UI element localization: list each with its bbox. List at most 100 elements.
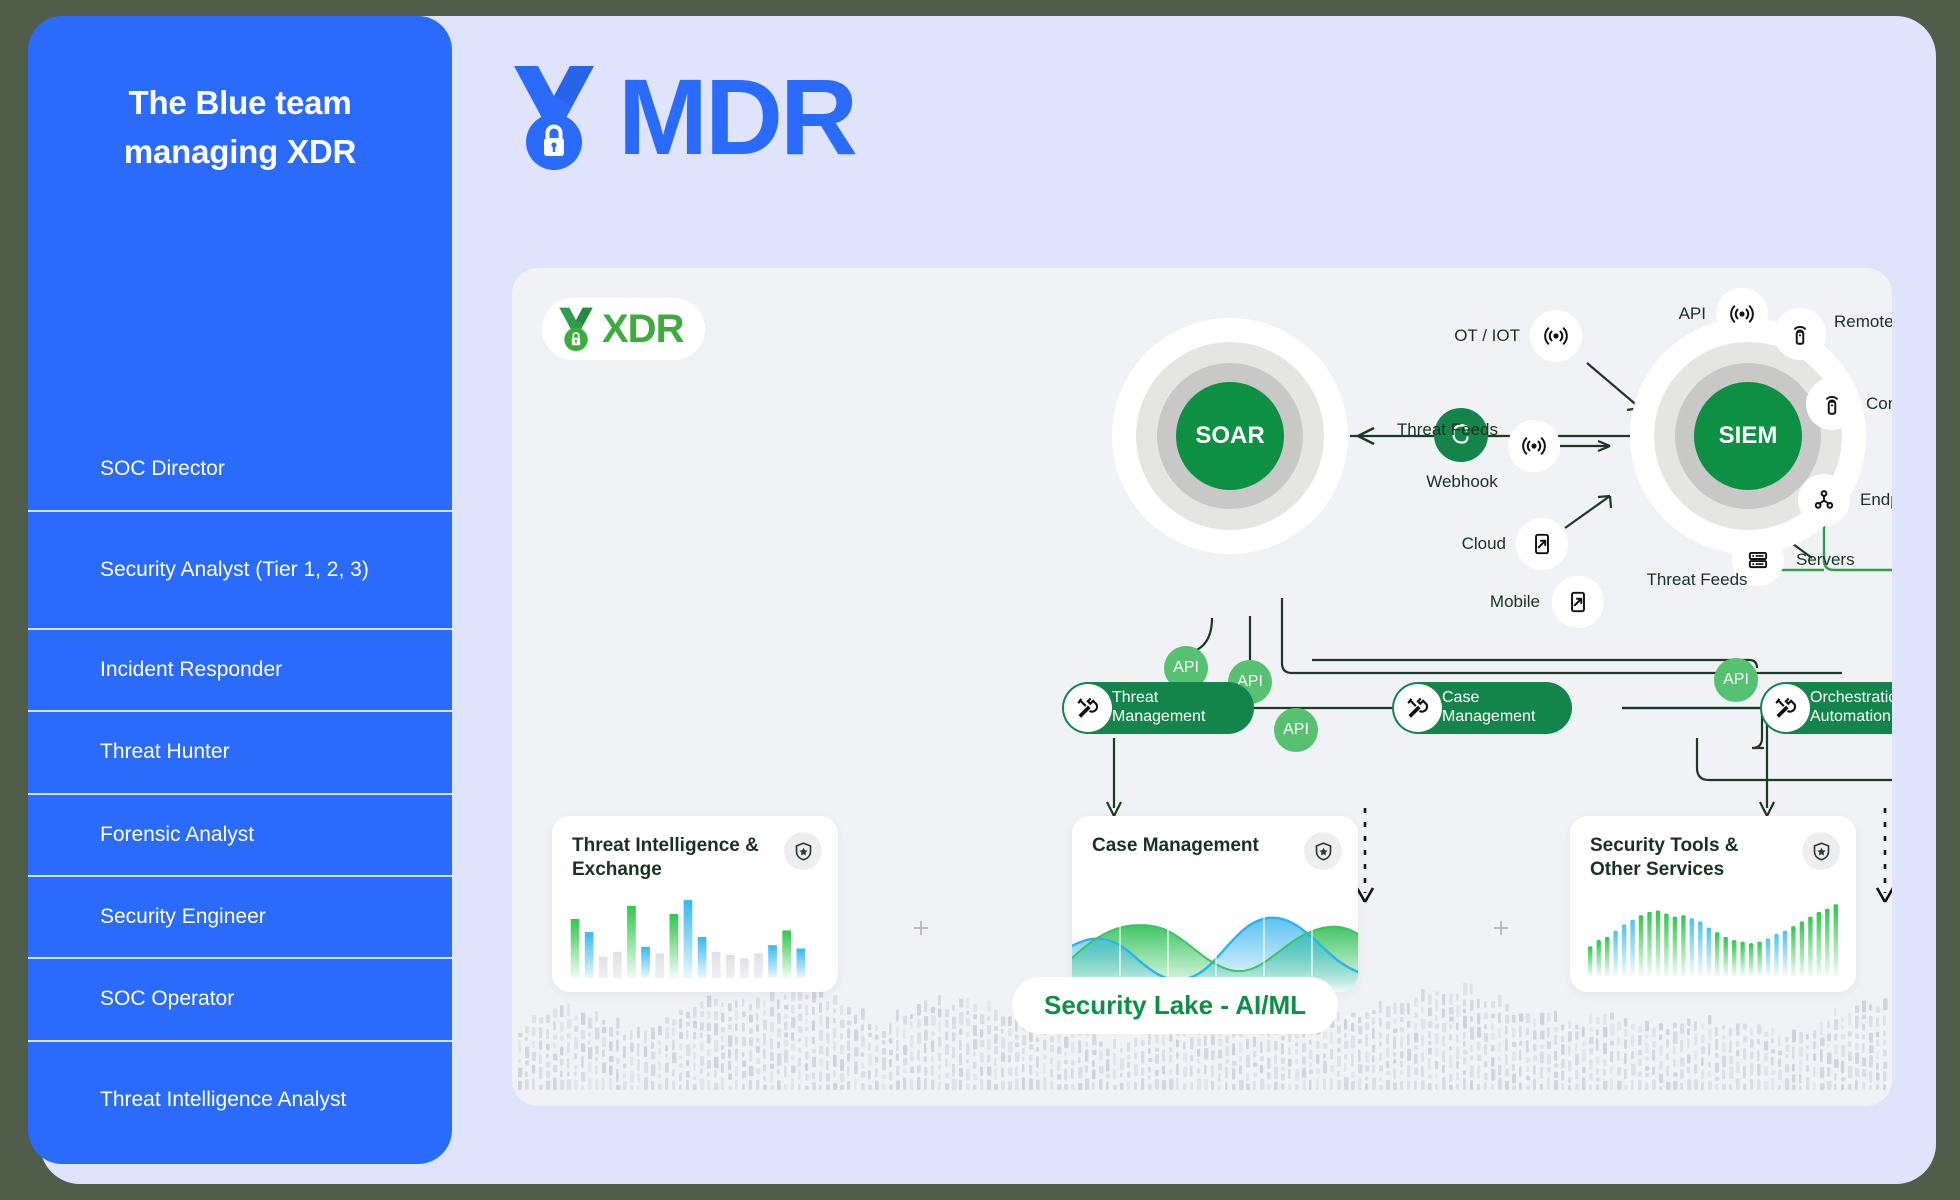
sidebar-item-security-analyst[interactable]: Security Analyst (Tier 1, 2, 3) [28, 510, 452, 628]
waveform-tick [854, 1061, 858, 1075]
waveform-tick [1323, 1078, 1326, 1090]
waveform-tick [616, 1039, 619, 1052]
waveform-tick [1239, 1079, 1244, 1090]
waveform-tick [1540, 1067, 1543, 1079]
bar [1630, 919, 1635, 976]
waveform-tick [987, 1054, 991, 1063]
waveform-tick [1344, 1062, 1347, 1072]
waveform-tick [931, 1031, 936, 1036]
sidebar-item-forensic-analyst[interactable]: Forensic Analyst [28, 792, 452, 875]
waveform-tick [763, 1064, 767, 1072]
sidebar-item-security-engineer[interactable]: Security Engineer [28, 875, 452, 957]
waveform-tick [1015, 1042, 1020, 1048]
sidebar-item-threat-hunter[interactable]: Threat Hunter [28, 710, 452, 792]
waveform-tick [910, 1066, 914, 1074]
sidebar-item-soc-director[interactable]: SOC Director [28, 428, 452, 510]
api-chip-4[interactable]: API [1714, 658, 1758, 702]
waveform-tick [595, 1065, 598, 1075]
waveform-tick [1848, 1031, 1853, 1037]
waveform-tick [609, 1056, 614, 1063]
bar [570, 919, 580, 978]
waveform-tick [1589, 1073, 1593, 1080]
endpoints-node[interactable] [1798, 474, 1850, 526]
waveform-tick [623, 1073, 627, 1079]
waveform-tick [1785, 1036, 1789, 1043]
waveform-tick [1729, 1055, 1734, 1065]
api-source-node[interactable] [1716, 288, 1768, 340]
waveform-tick [1561, 1070, 1565, 1081]
ot-iot-node[interactable] [1530, 310, 1582, 362]
card-security-tools[interactable]: Security Tools & Other Services [1570, 816, 1856, 992]
case-management-pill[interactable]: Case Management [1392, 682, 1572, 734]
waveform-tick [910, 1021, 913, 1029]
waveform-tick [1351, 1012, 1356, 1018]
soar-hub[interactable]: SOAR [1112, 318, 1348, 554]
waveform-tick [1407, 1033, 1410, 1046]
waveform-tick [903, 1077, 907, 1090]
waveform-tick [574, 1079, 578, 1090]
waveform-tick [1841, 1060, 1845, 1074]
waveform-tick [1365, 1065, 1370, 1072]
security-lake-pill[interactable]: Security Lake - AI/ML [1012, 977, 1338, 1034]
waveform-tick [1050, 1080, 1054, 1090]
waveform-tick [735, 1023, 738, 1032]
waveform-tick [889, 1071, 893, 1081]
waveform-tick [735, 1000, 738, 1008]
waveform-tick [714, 998, 718, 1006]
ot-iot-label: OT / IOT [1454, 326, 1520, 345]
waveform-tick [1127, 1054, 1131, 1060]
waveform-tick [1638, 1025, 1643, 1033]
waveform-tick [784, 1065, 787, 1078]
waveform-tick [1827, 1043, 1830, 1048]
waveform-tick [672, 1052, 677, 1064]
waveform-tick [1036, 1037, 1040, 1042]
waveform-tick [931, 1079, 935, 1090]
waveform-tick [805, 1051, 809, 1060]
waveform-tick [770, 1085, 775, 1090]
waveform-tick [987, 1016, 991, 1021]
waveform-tick [903, 1045, 908, 1056]
mobile-node[interactable] [1552, 576, 1604, 628]
waveform-tick [917, 1065, 921, 1074]
waveform-tick [1624, 1039, 1628, 1050]
waveform-tick [1743, 1083, 1747, 1090]
waveform-tick [567, 1071, 570, 1077]
threat-feeds-node-left[interactable] [1508, 420, 1560, 472]
waveform-tick [1190, 1037, 1194, 1050]
sidebar-item-threat-intelligence-analyst[interactable]: Threat Intelligence Analyst [28, 1039, 452, 1158]
card-title: Threat Intelligence & Exchange [572, 835, 759, 881]
sidebar-item-soc-operator[interactable]: SOC Operator [28, 957, 452, 1039]
waveform-tick [539, 1040, 542, 1050]
card-case-management[interactable]: Case Management [1072, 816, 1358, 992]
api-chip-3[interactable]: API [1274, 708, 1318, 752]
waveform-tick [1302, 1033, 1306, 1038]
waveform-tick [1799, 1085, 1802, 1090]
remote-office-node[interactable] [1774, 308, 1826, 360]
waveform-tick [1106, 1081, 1109, 1090]
waveform-tick [777, 1053, 782, 1066]
waveform-tick [1617, 1036, 1620, 1046]
waveform-tick [1876, 1062, 1879, 1070]
sidebar-item-incident-responder[interactable]: Incident Responder [28, 628, 452, 710]
waveform-tick [1806, 1033, 1809, 1040]
waveform-tick [1610, 1023, 1615, 1036]
waveform-tick [1099, 1065, 1104, 1074]
waveform-tick [1260, 1041, 1263, 1053]
container-node[interactable] [1806, 378, 1858, 430]
waveform-tick [1001, 1036, 1006, 1049]
waveform-tick [903, 1057, 908, 1066]
case-management-label: Case Management [1442, 689, 1536, 725]
cloud-label: Cloud [1461, 534, 1506, 553]
waveform-tick [945, 1020, 949, 1028]
waveform-tick [1057, 1074, 1062, 1080]
waveform-tick [756, 1037, 760, 1043]
threat-management-pill[interactable]: Threat Management [1062, 682, 1254, 734]
orchestration-automation-pill[interactable]: Orchestration & Automation [1760, 682, 1892, 734]
waveform-tick [560, 1058, 564, 1066]
waveform-tick [1666, 1039, 1669, 1048]
waveform-tick [770, 1038, 774, 1050]
waveform-tick [1309, 1049, 1313, 1060]
cloud-node[interactable] [1516, 518, 1568, 570]
card-threat-intelligence[interactable]: Threat Intelligence & Exchange [552, 816, 838, 992]
waveform-tick [595, 1057, 599, 1062]
